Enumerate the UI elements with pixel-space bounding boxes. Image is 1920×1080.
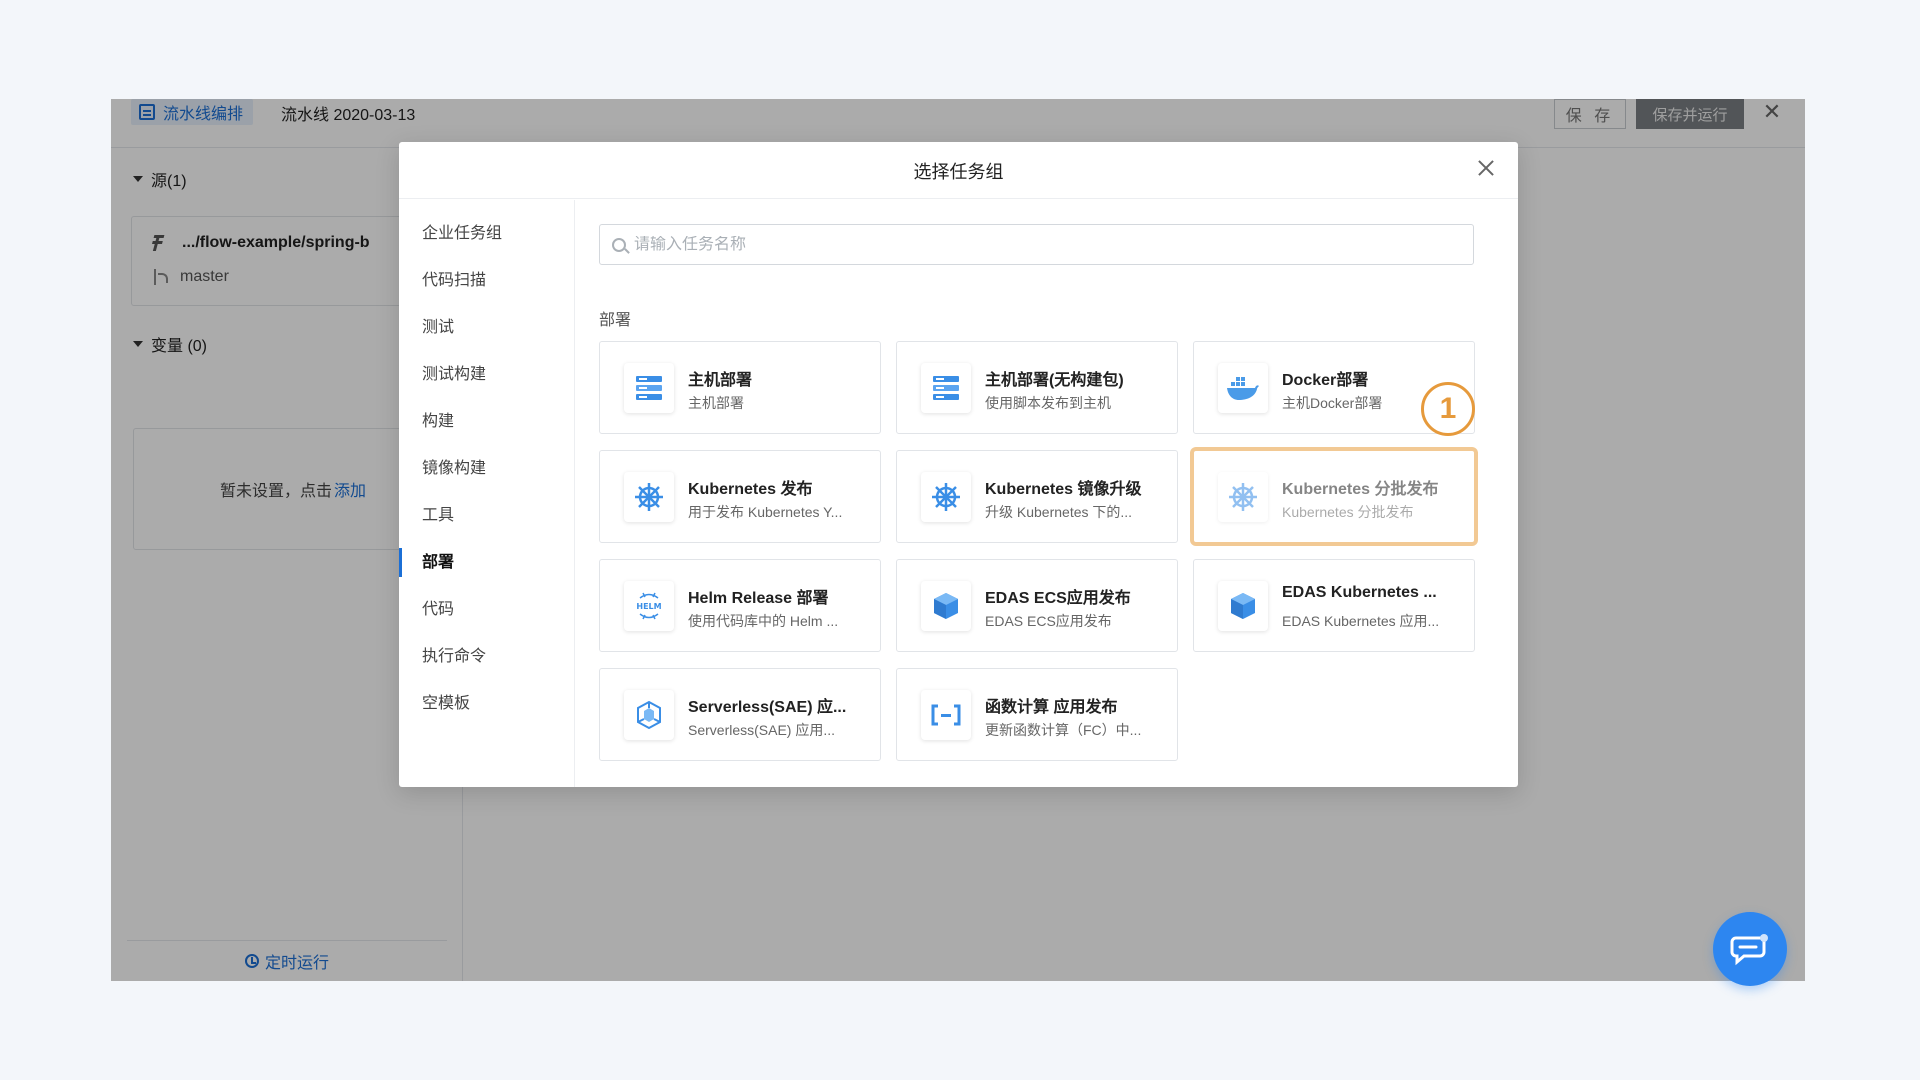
card-title: 函数计算 应用发布 bbox=[985, 699, 1118, 716]
kubernetes-icon bbox=[624, 472, 674, 522]
nav-item-test[interactable]: 测试 bbox=[399, 304, 574, 351]
nav-item-image-build[interactable]: 镜像构建 bbox=[399, 445, 574, 492]
task-card-edas-ecs[interactable]: EDAS ECS应用发布 EDAS ECS应用发布 bbox=[896, 559, 1178, 652]
task-list-panel: 部署 主机部署 主机部署 主机部署(无构建包) 使用脚本发布到主机 bbox=[575, 200, 1518, 787]
task-search-input[interactable] bbox=[634, 235, 1434, 254]
task-card-host-deploy[interactable]: 主机部署 主机部署 bbox=[599, 341, 881, 434]
card-desc: Kubernetes 分批发布 bbox=[1282, 504, 1414, 520]
chat-icon bbox=[1730, 934, 1768, 966]
task-card-serverless-sae[interactable]: Serverless(SAE) 应... Serverless(SAE) 应用.… bbox=[599, 668, 881, 761]
task-card-kubernetes-deploy[interactable]: Kubernetes 发布 用于发布 Kubernetes Y... bbox=[599, 450, 881, 543]
modal-header: 选择任务组 bbox=[399, 142, 1518, 199]
nav-item-empty-template[interactable]: 空模板 bbox=[399, 680, 574, 727]
card-title: Kubernetes 分批发布 bbox=[1282, 481, 1439, 498]
kubernetes-icon bbox=[1218, 472, 1268, 522]
task-category-nav: 企业任务组 代码扫描 测试 测试构建 构建 镜像构建 工具 部署 代码 执行命令… bbox=[399, 200, 575, 787]
card-title: Serverless(SAE) 应... bbox=[688, 699, 847, 716]
card-desc: 使用代码库中的 Helm ... bbox=[688, 613, 839, 629]
docker-icon bbox=[1218, 363, 1268, 413]
server-icon bbox=[921, 363, 971, 413]
modal-close-icon[interactable] bbox=[1474, 156, 1498, 180]
nav-item-build[interactable]: 构建 bbox=[399, 398, 574, 445]
svg-text:HELM: HELM bbox=[636, 602, 661, 611]
task-card-helm-release[interactable]: HELM Helm Release 部署 使用代码库中的 Helm ... bbox=[599, 559, 881, 652]
card-desc: Serverless(SAE) 应用... bbox=[688, 722, 836, 738]
helm-icon: HELM bbox=[624, 581, 674, 631]
card-desc: EDAS Kubernetes 应用... bbox=[1282, 613, 1440, 629]
function-compute-icon bbox=[921, 690, 971, 740]
edas-cube-icon bbox=[1218, 581, 1268, 631]
sae-icon bbox=[624, 690, 674, 740]
task-card-edas-kubernetes[interactable]: EDAS Kubernetes ... EDAS Kubernetes 应用..… bbox=[1193, 559, 1475, 652]
task-card-kubernetes-batch-release[interactable]: Kubernetes 分批发布 Kubernetes 分批发布 bbox=[1193, 450, 1475, 543]
nav-item-code[interactable]: 代码 bbox=[399, 586, 574, 633]
chat-help-button[interactable] bbox=[1713, 912, 1787, 986]
task-card-kubernetes-image-upgrade[interactable]: Kubernetes 镜像升级 升级 Kubernetes 下的... bbox=[896, 450, 1178, 543]
card-desc: 主机部署 bbox=[688, 395, 744, 411]
step-number-badge: 1 bbox=[1421, 382, 1475, 436]
nav-item-code-scan[interactable]: 代码扫描 bbox=[399, 257, 574, 304]
card-desc: 使用脚本发布到主机 bbox=[985, 395, 1111, 411]
task-search-box[interactable] bbox=[599, 224, 1474, 265]
kubernetes-icon bbox=[921, 472, 971, 522]
card-desc: 用于发布 Kubernetes Y... bbox=[688, 504, 843, 520]
card-title: Kubernetes 发布 bbox=[688, 481, 813, 498]
card-title: 主机部署 bbox=[688, 372, 753, 389]
group-title: 部署 bbox=[599, 312, 632, 329]
task-card-host-deploy-no-build[interactable]: 主机部署(无构建包) 使用脚本发布到主机 bbox=[896, 341, 1178, 434]
nav-item-run-command[interactable]: 执行命令 bbox=[399, 633, 574, 680]
card-title: EDAS Kubernetes ... bbox=[1282, 584, 1437, 601]
card-desc: EDAS ECS应用发布 bbox=[985, 613, 1112, 629]
nav-item-deploy[interactable]: 部署 bbox=[399, 539, 574, 586]
card-title: 主机部署(无构建包) bbox=[985, 372, 1124, 389]
edas-cube-icon bbox=[921, 581, 971, 631]
nav-item-enterprise[interactable]: 企业任务组 bbox=[399, 210, 574, 257]
task-card-grid: 主机部署 主机部署 主机部署(无构建包) 使用脚本发布到主机 Docker部署 … bbox=[599, 341, 1479, 761]
card-desc: 更新函数计算（FC）中... bbox=[985, 722, 1142, 738]
search-icon bbox=[612, 237, 626, 252]
server-icon bbox=[624, 363, 674, 413]
task-card-function-compute[interactable]: 函数计算 应用发布 更新函数计算（FC）中... bbox=[896, 668, 1178, 761]
card-desc: 升级 Kubernetes 下的... bbox=[985, 504, 1133, 520]
select-task-group-modal: 选择任务组 企业任务组 代码扫描 测试 测试构建 构建 镜像构建 工具 部署 代… bbox=[399, 142, 1518, 787]
modal-title: 选择任务组 bbox=[913, 162, 1004, 182]
nav-item-test-build[interactable]: 测试构建 bbox=[399, 351, 574, 398]
card-title: Kubernetes 镜像升级 bbox=[985, 481, 1142, 498]
card-title: Helm Release 部署 bbox=[688, 590, 829, 607]
card-title: EDAS ECS应用发布 bbox=[985, 590, 1131, 607]
nav-item-tools[interactable]: 工具 bbox=[399, 492, 574, 539]
